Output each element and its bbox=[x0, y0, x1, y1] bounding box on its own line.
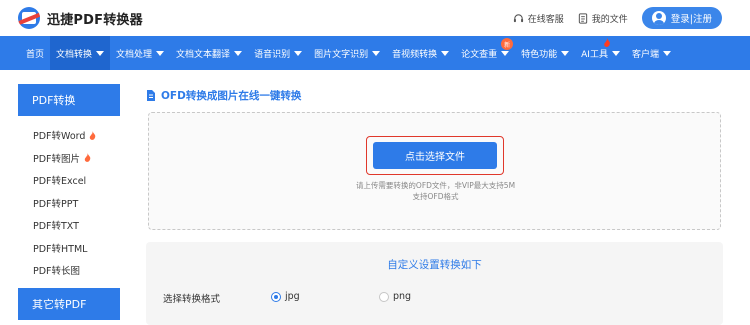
nav-item-features[interactable]: 特色功能 bbox=[515, 36, 575, 70]
headset-icon bbox=[513, 13, 523, 22]
sidebar-item-pdf-to-image[interactable]: PDF转图片 bbox=[18, 147, 120, 170]
upload-hint-line: 请上传需要转换的OFD文件，非VIP最大支持5M bbox=[355, 181, 516, 190]
conversion-settings: 自定义设置转换如下 选择转换格式 jpg png bbox=[146, 242, 723, 325]
login-register-label: 登录|注册 bbox=[670, 14, 712, 25]
nav-item-ocr[interactable]: 图片文字识别 bbox=[308, 36, 386, 70]
my-files-link[interactable]: 我的文件 bbox=[578, 12, 628, 25]
settings-title: 自定义设置转换如下 bbox=[387, 259, 482, 271]
login-register-button[interactable]: 登录|注册 bbox=[641, 7, 722, 29]
file-icon bbox=[578, 12, 587, 24]
nav-item-label: 客户端 bbox=[631, 49, 659, 60]
page-title-text: OFD转换成图片在线一键转换 bbox=[161, 90, 302, 102]
page-title: OFD转换成图片在线一键转换 bbox=[146, 88, 301, 103]
sidebar-item-label: PDF转Excel bbox=[33, 176, 87, 188]
hot-flame-icon bbox=[604, 38, 611, 47]
sidebar-item-label: PDF转TXT bbox=[33, 221, 79, 233]
sidebar-item-label: PDF转Word bbox=[33, 131, 86, 143]
nav-item-av-convert[interactable]: 音视频转换 bbox=[386, 36, 455, 70]
format-option-label: png bbox=[393, 291, 412, 302]
format-option-png[interactable]: png bbox=[379, 291, 411, 302]
sidebar-item-pdf-to-html[interactable]: PDF转HTML bbox=[18, 237, 120, 260]
nav-item-label: 论文查重 bbox=[461, 49, 498, 60]
top-links: 在线客服 我的文件 登录|注册 bbox=[513, 0, 750, 36]
nav-item-doc-process[interactable]: 文档处理 bbox=[110, 36, 170, 70]
sidebar-section-pdf-convert[interactable]: PDF转换 bbox=[18, 84, 120, 116]
chevron-down-icon bbox=[234, 50, 243, 56]
sidebar-item-label: PDF转图片 bbox=[33, 153, 81, 165]
nav-item-ai-tools[interactable]: AI工具 bbox=[575, 36, 626, 70]
nav-item-plagiarism[interactable]: 论文查重 新 bbox=[455, 36, 515, 70]
chevron-down-icon bbox=[561, 50, 570, 56]
sidebar-item-label: PDF转PPT bbox=[33, 198, 79, 210]
nav-item-client[interactable]: 客户端 bbox=[626, 36, 677, 70]
main-nav: 首页 文档转换 文档处理 文档文本翻译 语音识别 图片文字识别 音视频转换 论文… bbox=[0, 36, 750, 70]
nav-item-label: 首页 bbox=[26, 49, 45, 60]
customer-service-link[interactable]: 在线客服 bbox=[513, 12, 564, 25]
chevron-down-icon bbox=[441, 50, 450, 56]
upload-hint-line: 支持OFD格式 bbox=[412, 192, 459, 201]
customer-service-label: 在线客服 bbox=[527, 14, 564, 25]
document-icon bbox=[147, 90, 155, 101]
format-label: 选择转换格式 bbox=[163, 294, 221, 305]
nav-item-label: 语音识别 bbox=[254, 49, 291, 60]
sidebar-item-pdf-to-word[interactable]: PDF转Word bbox=[18, 124, 120, 147]
nav-item-label: 文档文本翻译 bbox=[176, 49, 231, 60]
nav-item-label: 文档处理 bbox=[116, 49, 153, 60]
chevron-down-icon bbox=[156, 50, 165, 56]
nav-item-speech[interactable]: 语音识别 bbox=[248, 36, 308, 70]
sidebar-item-pdf-to-excel[interactable]: PDF转Excel bbox=[18, 169, 120, 192]
upload-dropzone[interactable]: 点击选择文件 请上传需要转换的OFD文件，非VIP最大支持5M 支持OFD格式 bbox=[148, 112, 721, 230]
sidebar-section-title: 其它转PDF bbox=[32, 297, 87, 311]
radio-selected-icon[interactable] bbox=[271, 291, 281, 302]
sidebar: PDF转换 PDF转Word PDF转图片 PDF转Excel PDF转PPT … bbox=[18, 84, 120, 320]
nav-item-label: 图片文字识别 bbox=[314, 49, 369, 60]
logo[interactable]: 迅捷PDF转换器 bbox=[18, 7, 143, 29]
nav-item-label: 特色功能 bbox=[521, 49, 558, 60]
nav-item-label: 音视频转换 bbox=[392, 49, 438, 60]
logo-text: 迅捷PDF转换器 bbox=[47, 12, 143, 28]
upload-hint: 请上传需要转换的OFD文件，非VIP最大支持5M 支持OFD格式 bbox=[149, 180, 722, 202]
nav-item-translate[interactable]: 文档文本翻译 bbox=[170, 36, 248, 70]
my-files-label: 我的文件 bbox=[591, 14, 628, 25]
user-avatar-icon bbox=[651, 11, 666, 25]
sidebar-item-pdf-to-ppt[interactable]: PDF转PPT bbox=[18, 192, 120, 215]
sidebar-item-pdf-to-txt[interactable]: PDF转TXT bbox=[18, 214, 120, 237]
nav-item-home[interactable]: 首页 bbox=[20, 36, 50, 70]
nav-item-doc-convert[interactable]: 文档转换 bbox=[50, 36, 111, 70]
nav-item-label: AI工具 bbox=[581, 49, 608, 60]
hot-flame-icon bbox=[90, 130, 96, 140]
nav-item-label: 文档转换 bbox=[56, 49, 93, 60]
chevron-down-icon bbox=[662, 50, 671, 56]
radio-unselected-icon[interactable] bbox=[379, 291, 389, 302]
sidebar-item-pdf-to-long-image[interactable]: PDF转长图 bbox=[18, 259, 120, 282]
sidebar-section-title: PDF转换 bbox=[32, 94, 76, 107]
chevron-down-icon bbox=[501, 50, 510, 56]
hot-flame-icon bbox=[84, 153, 91, 163]
new-badge: 新 bbox=[501, 38, 514, 50]
sidebar-section-other-to-pdf[interactable]: 其它转PDF bbox=[18, 287, 120, 320]
format-option-label: jpg bbox=[285, 291, 300, 302]
sidebar-item-label: PDF转HTML bbox=[33, 243, 88, 255]
chevron-down-icon bbox=[611, 50, 620, 56]
chevron-down-icon bbox=[96, 50, 105, 56]
top-header: 迅捷PDF转换器 在线客服 我的文件 登录|注册 bbox=[0, 0, 750, 36]
chevron-down-icon bbox=[372, 50, 381, 56]
chevron-down-icon bbox=[294, 50, 303, 56]
logo-icon bbox=[18, 7, 40, 29]
sidebar-list: PDF转Word PDF转图片 PDF转Excel PDF转PPT PDF转TX… bbox=[18, 116, 120, 288]
format-option-jpg[interactable]: jpg bbox=[271, 291, 300, 302]
select-file-button[interactable]: 点击选择文件 bbox=[373, 142, 497, 169]
sidebar-item-label: PDF转长图 bbox=[33, 266, 81, 278]
